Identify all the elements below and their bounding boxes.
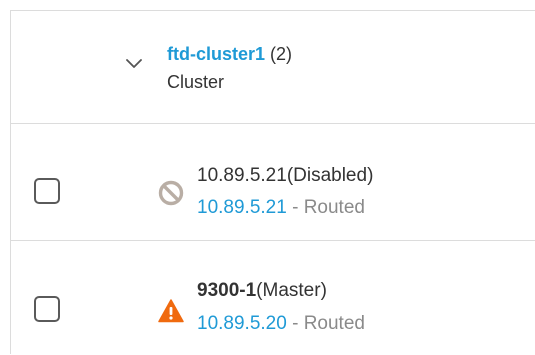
cluster-member-count: (2) (270, 44, 293, 64)
separator: - (286, 313, 304, 334)
device-mode: Routed (303, 197, 365, 218)
device-ip-link[interactable]: 10.89.5.20 (197, 313, 287, 334)
device-status: (Master) (256, 280, 327, 301)
device-name: 9300-1 (197, 280, 257, 301)
cluster-name-link[interactable]: ftd-cluster1 (167, 44, 265, 64)
cluster-name-line: ftd-cluster1 (2) (167, 43, 292, 65)
device-mode: Routed (303, 313, 365, 334)
device-table: ftd-cluster1 (2) Cluster 10.89.5.21(Disa… (10, 10, 535, 354)
device-ip-link[interactable]: 10.89.5.21 (197, 197, 287, 218)
cluster-type-label: Cluster (167, 72, 225, 92)
warning-icon (158, 299, 184, 323)
row-checkbox[interactable] (34, 178, 60, 204)
row-checkbox[interactable] (34, 296, 60, 322)
device-status: (Disabled) (286, 165, 374, 186)
device-subtitle: 10.89.5.20 - Routed (197, 312, 365, 336)
chevron-down-icon[interactable] (125, 57, 143, 71)
disabled-icon (158, 180, 184, 206)
separator: - (286, 197, 304, 218)
table-row: 9300-1(Master) 10.89.5.20 - Routed (11, 241, 535, 355)
device-title: 9300-1(Master) (197, 279, 327, 303)
cluster-group-row: ftd-cluster1 (2) Cluster (11, 11, 535, 124)
device-subtitle: 10.89.5.21 - Routed (197, 196, 365, 220)
device-title: 10.89.5.21(Disabled) (197, 164, 373, 188)
device-name: 10.89.5.21 (197, 165, 287, 186)
table-row: 10.89.5.21(Disabled) 10.89.5.21 - Routed (11, 124, 535, 241)
